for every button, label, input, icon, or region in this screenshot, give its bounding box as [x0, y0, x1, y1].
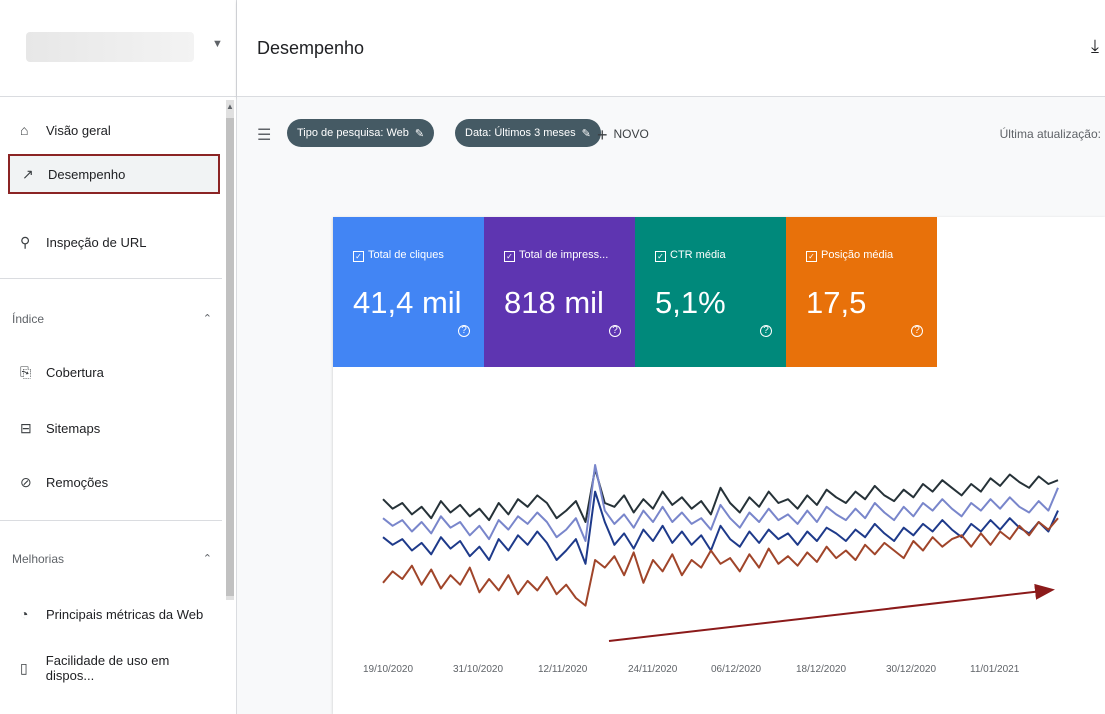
last-updated: Última atualização: — [999, 127, 1101, 141]
series-line-1 — [382, 464, 1059, 542]
chevron-up-icon: ⌃ — [202, 313, 212, 325]
checkbox-icon[interactable]: ✓ — [504, 251, 515, 262]
sidebar-item-performance[interactable]: ↗ Desempenho — [8, 154, 220, 194]
checkbox-icon[interactable]: ✓ — [806, 251, 817, 262]
page-title: Desempenho — [257, 38, 365, 58]
sidebar-item-label: Visão geral — [46, 122, 111, 138]
help-icon[interactable]: ? — [609, 325, 621, 337]
trend-arrow — [608, 583, 1055, 642]
scrollbar-thumb[interactable] — [226, 118, 234, 596]
sidebar-item-label: Principais métricas da Web — [46, 606, 204, 622]
plus-icon: + — [597, 125, 608, 145]
edit-icon: ✎ — [581, 127, 591, 140]
top-bar: Desempenho ⤓ — [237, 0, 1105, 97]
sidebar-item-label: Cobertura — [46, 364, 104, 380]
series-line-2 — [382, 490, 1059, 565]
x-tick-label: 30/12/2020 — [886, 664, 936, 675]
property-name-blurred — [26, 32, 194, 62]
sidebar-item-mobile-usability[interactable]: ▯ Facilidade de uso em dispos... — [8, 648, 220, 688]
x-tick-label: 31/10/2020 — [453, 664, 503, 675]
metric-value: 41,4 mil — [353, 285, 462, 320]
removal-icon: ⊘ — [20, 473, 32, 490]
mobile-icon: ▯ — [20, 659, 28, 676]
metric-clicks[interactable]: ✓ Total de cliques 41,4 mil ? — [333, 217, 484, 367]
section-title: Índice — [12, 312, 45, 326]
sidebar-item-coverage[interactable]: ⎘ Cobertura — [8, 352, 220, 392]
series-line-0 — [382, 467, 1059, 523]
search-icon: ⚲ — [20, 233, 31, 250]
performance-line-chart: 19/10/2020 31/10/2020 12/11/2020 24/11/2020… — [363, 464, 1059, 675]
metric-label-text: Total de impress... — [519, 249, 609, 261]
add-filter-button[interactable]: + NOVO — [597, 125, 649, 146]
metric-label-text: Posição média — [821, 249, 894, 261]
x-tick-label: 06/12/2020 — [711, 664, 761, 675]
divider — [0, 278, 222, 279]
sidebar-item-core-web-vitals[interactable]: ◔ Principais métricas da Web — [8, 594, 220, 634]
help-icon[interactable]: ? — [760, 325, 772, 337]
home-icon: ⌂ — [20, 122, 29, 138]
divider — [0, 520, 222, 521]
scroll-up-icon[interactable]: ▲ — [226, 102, 234, 111]
metric-label-text: Total de cliques — [368, 249, 444, 261]
help-icon[interactable]: ? — [458, 325, 470, 337]
x-tick-label: 19/10/2020 — [363, 664, 413, 675]
checkbox-icon[interactable]: ✓ — [655, 251, 666, 262]
metric-value: 17,5 — [806, 285, 867, 320]
download-icon[interactable]: ⤓ — [1091, 36, 1099, 57]
sidebar-item-overview[interactable]: ⌂ Visão geral — [8, 110, 220, 150]
metric-position[interactable]: ✓ Posição média 17,5 ? — [786, 217, 937, 367]
metric-label-text: CTR média — [670, 249, 726, 261]
sidebar-item-label: Facilidade de uso em dispos... — [45, 653, 170, 683]
property-selector[interactable]: ▼ — [0, 0, 236, 97]
metric-label: ✓ Posição média — [806, 249, 893, 262]
section-header-index[interactable]: Índice ⌃ — [12, 312, 212, 326]
metric-impressions[interactable]: ✓ Total de impress... 818 mil ? — [484, 217, 635, 367]
chip-label: Data: Últimos 3 meses — [465, 127, 576, 139]
metric-label: ✓ CTR média — [655, 249, 726, 262]
metric-ctr[interactable]: ✓ CTR média 5,1% ? — [635, 217, 786, 367]
sidebar-item-label: Remoções — [46, 474, 109, 490]
checkbox-icon[interactable]: ✓ — [353, 251, 364, 262]
sidebar-item-url-inspection[interactable]: ⚲ Inspeção de URL — [8, 222, 220, 262]
chip-label: Tipo de pesquisa: Web — [297, 127, 409, 139]
sidebar-item-label: Desempenho — [48, 166, 126, 182]
metric-value: 818 mil — [504, 285, 604, 320]
edit-icon: ✎ — [414, 127, 425, 140]
sidebar-item-label: Sitemaps — [46, 420, 101, 436]
metric-value: 5,1% — [655, 285, 726, 320]
section-title: Melhorias — [12, 552, 65, 566]
section-header-improvements[interactable]: Melhorias ⌃ — [12, 552, 212, 566]
x-tick-label: 18/12/2020 — [796, 664, 846, 675]
filter-bar: ☰ Tipo de pesquisa: Web ✎ Data: Últimos … — [237, 97, 1105, 177]
sidebar-item-sitemaps[interactable]: ⊟ Sitemaps — [8, 408, 220, 448]
chevron-up-icon: ⌃ — [202, 553, 212, 565]
sidebar-item-label: Inspeção de URL — [46, 234, 147, 250]
add-filter-label: NOVO — [613, 127, 649, 141]
metric-label: ✓ Total de cliques — [353, 249, 444, 262]
x-tick-label: 11/01/2021 — [970, 664, 1020, 675]
sidebar: ▼ ⌂ Visão geral ↗ Desempenho ⚲ Inspeção … — [0, 0, 237, 714]
main-content: ☰ Tipo de pesquisa: Web ✎ Data: Últimos … — [237, 97, 1105, 714]
caret-down-icon: ▼ — [212, 38, 223, 50]
coverage-icon: ⎘ — [20, 363, 32, 380]
trend-icon: ↗ — [22, 165, 34, 182]
help-icon[interactable]: ? — [911, 325, 923, 337]
x-tick-label: 24/11/2020 — [628, 664, 678, 675]
filter-chip-search-type[interactable]: Tipo de pesquisa: Web ✎ — [287, 119, 435, 147]
sitemap-icon: ⊟ — [20, 419, 32, 436]
gauge-icon: ◔ — [20, 606, 29, 622]
metric-label: ✓ Total de impress... — [504, 249, 608, 262]
sidebar-scrollbar[interactable]: ▲ — [226, 100, 234, 600]
x-tick-label: 12/11/2020 — [538, 664, 588, 675]
sidebar-item-removals[interactable]: ⊘ Remoções — [8, 462, 220, 502]
filter-chip-date[interactable]: Data: Últimos 3 meses ✎ — [455, 119, 601, 147]
filter-icon[interactable]: ☰ — [257, 125, 271, 145]
performance-card: ✓ Total de cliques 41,4 mil ? ✓ Total de i… — [333, 217, 1105, 714]
